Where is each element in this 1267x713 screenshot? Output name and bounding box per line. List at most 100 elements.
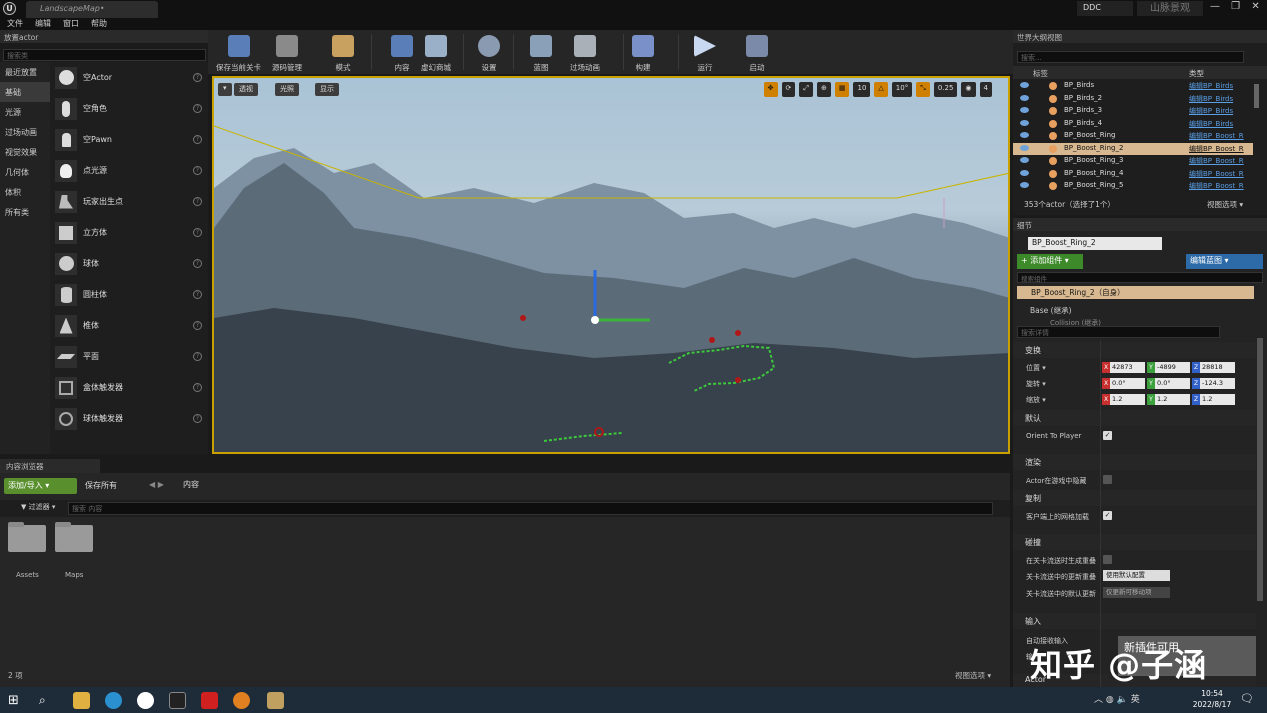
help-icon[interactable]: ? [193, 383, 202, 392]
actor-type-link[interactable]: 编辑BP_Birds [1189, 106, 1253, 116]
scale-tool-icon[interactable]: ⤢ [799, 82, 813, 97]
rotate-tool-icon[interactable]: ⟳ [781, 82, 796, 97]
actor-type-link[interactable]: 编辑BP_Boost_R [1189, 169, 1253, 179]
outliner-row[interactable]: BP_Boost_Ring_5 编辑BP_Boost_R [1013, 180, 1253, 193]
eye-icon[interactable] [1020, 157, 1029, 163]
outliner-row[interactable]: BP_Birds_3 编辑BP_Birds [1013, 105, 1253, 118]
place-item-box-trigger[interactable]: 盒体触发器? [50, 372, 208, 403]
modes-button[interactable]: 模式 [332, 30, 354, 74]
rotation-x[interactable]: 0.0° [1110, 378, 1145, 389]
view-options-button[interactable]: 视图选项 ▾ [955, 670, 991, 681]
eye-icon[interactable] [1020, 132, 1029, 138]
outliner-row[interactable]: BP_Boost_Ring_4 编辑BP_Boost_R [1013, 168, 1253, 181]
scale-y[interactable]: 1.2 [1155, 394, 1190, 405]
menu-edit[interactable]: 编辑 [35, 18, 51, 30]
location-x[interactable]: 42873 [1110, 362, 1145, 373]
location-y[interactable]: -4899 [1155, 362, 1190, 373]
eye-icon[interactable] [1020, 94, 1029, 101]
edge-browser-icon[interactable] [105, 692, 122, 709]
play-button[interactable]: 运行 [694, 30, 716, 74]
category-cinematic[interactable]: 过场动画 [0, 122, 50, 142]
eye-icon[interactable] [1020, 144, 1029, 151]
outliner-row[interactable]: BP_Birds 编辑BP_Birds [1013, 80, 1253, 93]
volume-icon[interactable]: 🔈 [1117, 695, 1128, 705]
add-component-button[interactable]: + 添加组件 ▾ [1017, 254, 1083, 269]
section-rendering[interactable]: 渲染 [1013, 454, 1256, 470]
column-type[interactable]: 类型 [1189, 68, 1204, 79]
scale-label[interactable]: 缩放 ▾ [1026, 395, 1046, 405]
eye-icon[interactable] [1020, 169, 1029, 176]
component-base-row[interactable]: Base (继承) [1030, 305, 1072, 316]
build-button[interactable]: 构建 [632, 30, 654, 74]
object-name-field[interactable]: BP_Boost_Ring_2 [1028, 237, 1162, 250]
perspective-button[interactable]: 透视 [234, 83, 258, 96]
menu-window[interactable]: 窗口 [63, 18, 79, 30]
section-default[interactable]: 默认 [1013, 410, 1256, 426]
grid-snap-value[interactable]: 10 [853, 82, 871, 97]
component-root-row[interactable]: BP_Boost_Ring_2（自身） [1017, 286, 1254, 299]
actor-type-link[interactable]: 编辑BP_Birds [1189, 94, 1253, 104]
help-icon[interactable]: ? [193, 73, 202, 82]
show-button[interactable]: 显示 [315, 83, 339, 96]
gen-overlap-checkbox[interactable] [1103, 555, 1112, 564]
folder-assets-icon[interactable] [8, 522, 46, 552]
edit-blueprint-button[interactable]: 编辑蓝图 ▾ [1186, 254, 1263, 269]
camera-speed-icon[interactable]: ◉ [961, 82, 976, 97]
world-local-icon[interactable]: ⊕ [816, 82, 831, 97]
eye-icon[interactable] [1020, 182, 1029, 188]
section-replication[interactable]: 复制 [1013, 490, 1256, 506]
blueprints-button[interactable]: 蓝图 [530, 30, 552, 74]
actor-type-link[interactable]: 编辑BP_Birds [1189, 119, 1253, 129]
details-scrollbar[interactable] [1257, 338, 1263, 601]
net-load-client-checkbox[interactable]: ✓ [1103, 511, 1112, 520]
folder-maps-icon[interactable] [55, 522, 93, 552]
place-item-empty-pawn[interactable]: 空Pawn? [50, 124, 208, 155]
outliner-row[interactable]: BP_Birds_4 编辑BP_Birds [1013, 118, 1253, 131]
marketplace-button[interactable]: 虚幻商城 [421, 30, 451, 74]
help-icon[interactable]: ? [193, 352, 202, 361]
viewport-menu-button[interactable]: ▾ [218, 83, 232, 96]
translate-tool-icon[interactable]: ✥ [763, 82, 778, 97]
outliner-row[interactable]: BP_Birds_2 编辑BP_Birds [1013, 93, 1253, 106]
place-item-cone[interactable]: 椎体? [50, 310, 208, 341]
actor-type-link[interactable]: 编辑BP_Boost_R [1189, 156, 1253, 166]
unreal-logo-icon[interactable]: U [3, 2, 16, 15]
category-recent[interactable]: 最近放置 [0, 62, 50, 82]
hidden-in-game-checkbox[interactable] [1103, 475, 1112, 484]
taskbar-clock[interactable]: 10:54 2022/8/17 [1189, 688, 1235, 710]
category-volumes[interactable]: 体积 [0, 182, 50, 202]
category-visual-effects[interactable]: 视觉效果 [0, 142, 50, 162]
grid-snap-icon[interactable]: ▦ [834, 82, 850, 97]
filters-dropdown[interactable]: ▼ 过滤器 ▾ [21, 502, 55, 512]
actor-type-link[interactable]: 编辑BP_Boost_R [1189, 144, 1253, 154]
help-icon[interactable]: ? [193, 104, 202, 113]
add-import-button[interactable]: 添加/导入 ▾ [4, 478, 77, 494]
actor-type-link[interactable]: 编辑BP_Boost_R [1189, 131, 1253, 141]
content-breadcrumb[interactable]: 内容 [183, 479, 199, 490]
history-nav-buttons[interactable]: ◀ ▶ [149, 480, 164, 489]
document-tab[interactable]: LandscapeMap• [26, 1, 158, 18]
outliner-row[interactable]: BP_Boost_Ring_3 编辑BP_Boost_R [1013, 155, 1253, 168]
place-item-cylinder[interactable]: 圆柱体? [50, 279, 208, 310]
section-transform[interactable]: 变换 [1013, 342, 1256, 358]
help-icon[interactable]: ? [193, 228, 202, 237]
actor-type-link[interactable]: 编辑BP_Birds [1189, 81, 1253, 91]
ddc-indicator[interactable]: DDC [1077, 1, 1133, 16]
details-tab[interactable]: 细节 [1013, 218, 1267, 231]
save-all-button[interactable]: 保存所有 [83, 478, 119, 493]
content-button[interactable]: 内容 [391, 30, 413, 74]
place-item-player-start[interactable]: 玩家出生点? [50, 186, 208, 217]
window-controls[interactable]: — ❐ ✕ [1210, 1, 1267, 16]
help-icon[interactable]: ? [193, 290, 202, 299]
help-icon[interactable]: ? [193, 197, 202, 206]
cinematics-button[interactable]: 过场动画 [570, 30, 600, 74]
search-icon[interactable]: ⌕ [39, 692, 56, 709]
outliner-scrollbar[interactable] [1254, 84, 1259, 108]
content-search-input[interactable]: 搜索 内容 [68, 502, 993, 515]
rotation-label[interactable]: 旋转 ▾ [1026, 379, 1046, 389]
scale-x[interactable]: 1.2 [1110, 394, 1145, 405]
windows-start-icon[interactable]: ⊞ [8, 692, 25, 709]
place-search-input[interactable]: 搜索类 [3, 49, 206, 61]
help-icon[interactable]: ? [193, 321, 202, 330]
category-geometry[interactable]: 几何体 [0, 162, 50, 182]
